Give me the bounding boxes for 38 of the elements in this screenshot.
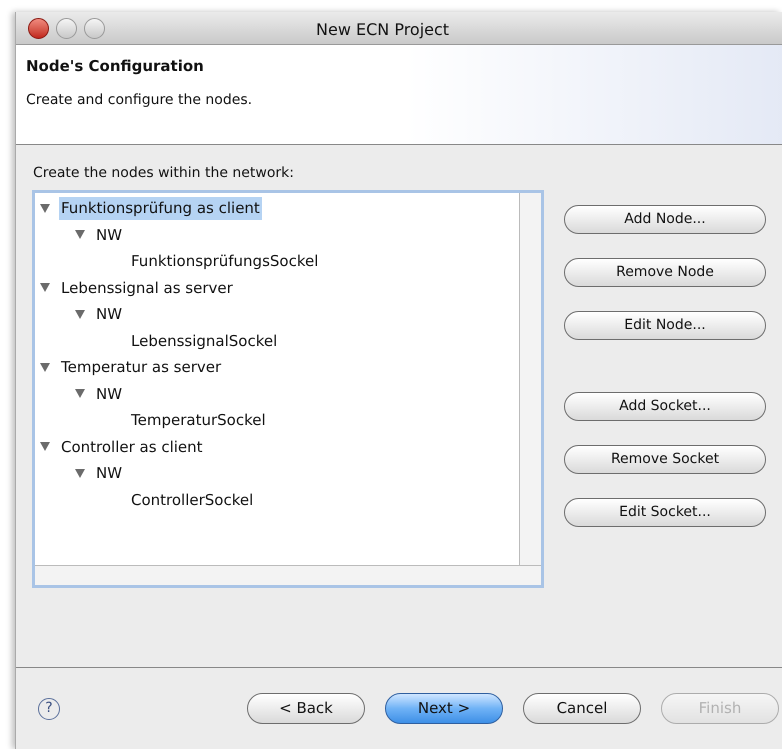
tree-item[interactable]: NW xyxy=(94,224,124,246)
node-tree[interactable]: Funktionsprüfung as client NW FunktionsprüfungsSockel Lebenssignal as server NW LebenssignalSockel Temperatur as server NW TemperaturSockel Controller as client NW ControllerSockel xyxy=(32,190,544,588)
wizard-button[interactable]: Cancel xyxy=(523,693,641,724)
wizard-button[interactable]: < Back xyxy=(247,693,365,724)
socket-action-button[interactable]: Edit Socket... xyxy=(564,498,766,527)
tree-item[interactable]: ControllerSockel xyxy=(129,488,256,511)
node-action-button[interactable]: Edit Node... xyxy=(564,311,766,340)
tree-item[interactable]: TemperaturSockel xyxy=(129,409,268,432)
page-title: Node's Configuration xyxy=(26,56,205,77)
socket-action-button[interactable]: Add Socket... xyxy=(564,392,766,421)
tree-item[interactable]: FunktionsprüfungsSockel xyxy=(129,250,320,272)
expanded-triangle-icon[interactable] xyxy=(74,229,86,240)
expanded-triangle-icon[interactable] xyxy=(74,308,86,320)
horizontal-scrollbar[interactable] xyxy=(35,565,541,585)
tree-item[interactable]: NW xyxy=(94,462,124,484)
node-action-button[interactable]: Remove Node xyxy=(564,258,766,287)
tree-item[interactable]: Temperatur as server xyxy=(59,356,224,378)
socket-action-button[interactable]: Remove Socket xyxy=(564,445,766,474)
help-icon[interactable]: ? xyxy=(38,698,60,720)
tree-item[interactable]: Controller as client xyxy=(59,436,205,458)
close-button[interactable] xyxy=(28,18,49,38)
tree-item[interactable]: LebenssignalSockel xyxy=(129,330,280,352)
page-description: Create and configure the nodes. xyxy=(26,90,254,110)
node-action-button[interactable]: Add Node... xyxy=(564,205,766,234)
tree-item[interactable]: NW xyxy=(94,303,124,326)
expanded-triangle-icon[interactable] xyxy=(74,468,86,479)
tree-item[interactable]: Lebenssignal as server xyxy=(59,276,235,299)
tree-label: Create the nodes within the network: xyxy=(33,164,295,183)
expanded-triangle-icon[interactable] xyxy=(39,282,51,294)
expanded-triangle-icon[interactable] xyxy=(39,202,51,214)
tree-item[interactable]: Funktionsprüfung as client xyxy=(59,197,262,220)
expanded-triangle-icon[interactable] xyxy=(39,441,51,452)
window-title: New ECN Project xyxy=(316,19,450,41)
wizard-button[interactable]: Next > xyxy=(385,693,503,724)
tree-item[interactable]: NW xyxy=(94,382,124,405)
scrollbar-track[interactable] xyxy=(519,193,541,565)
expanded-triangle-icon[interactable] xyxy=(74,388,86,400)
expanded-triangle-icon[interactable] xyxy=(39,362,51,373)
